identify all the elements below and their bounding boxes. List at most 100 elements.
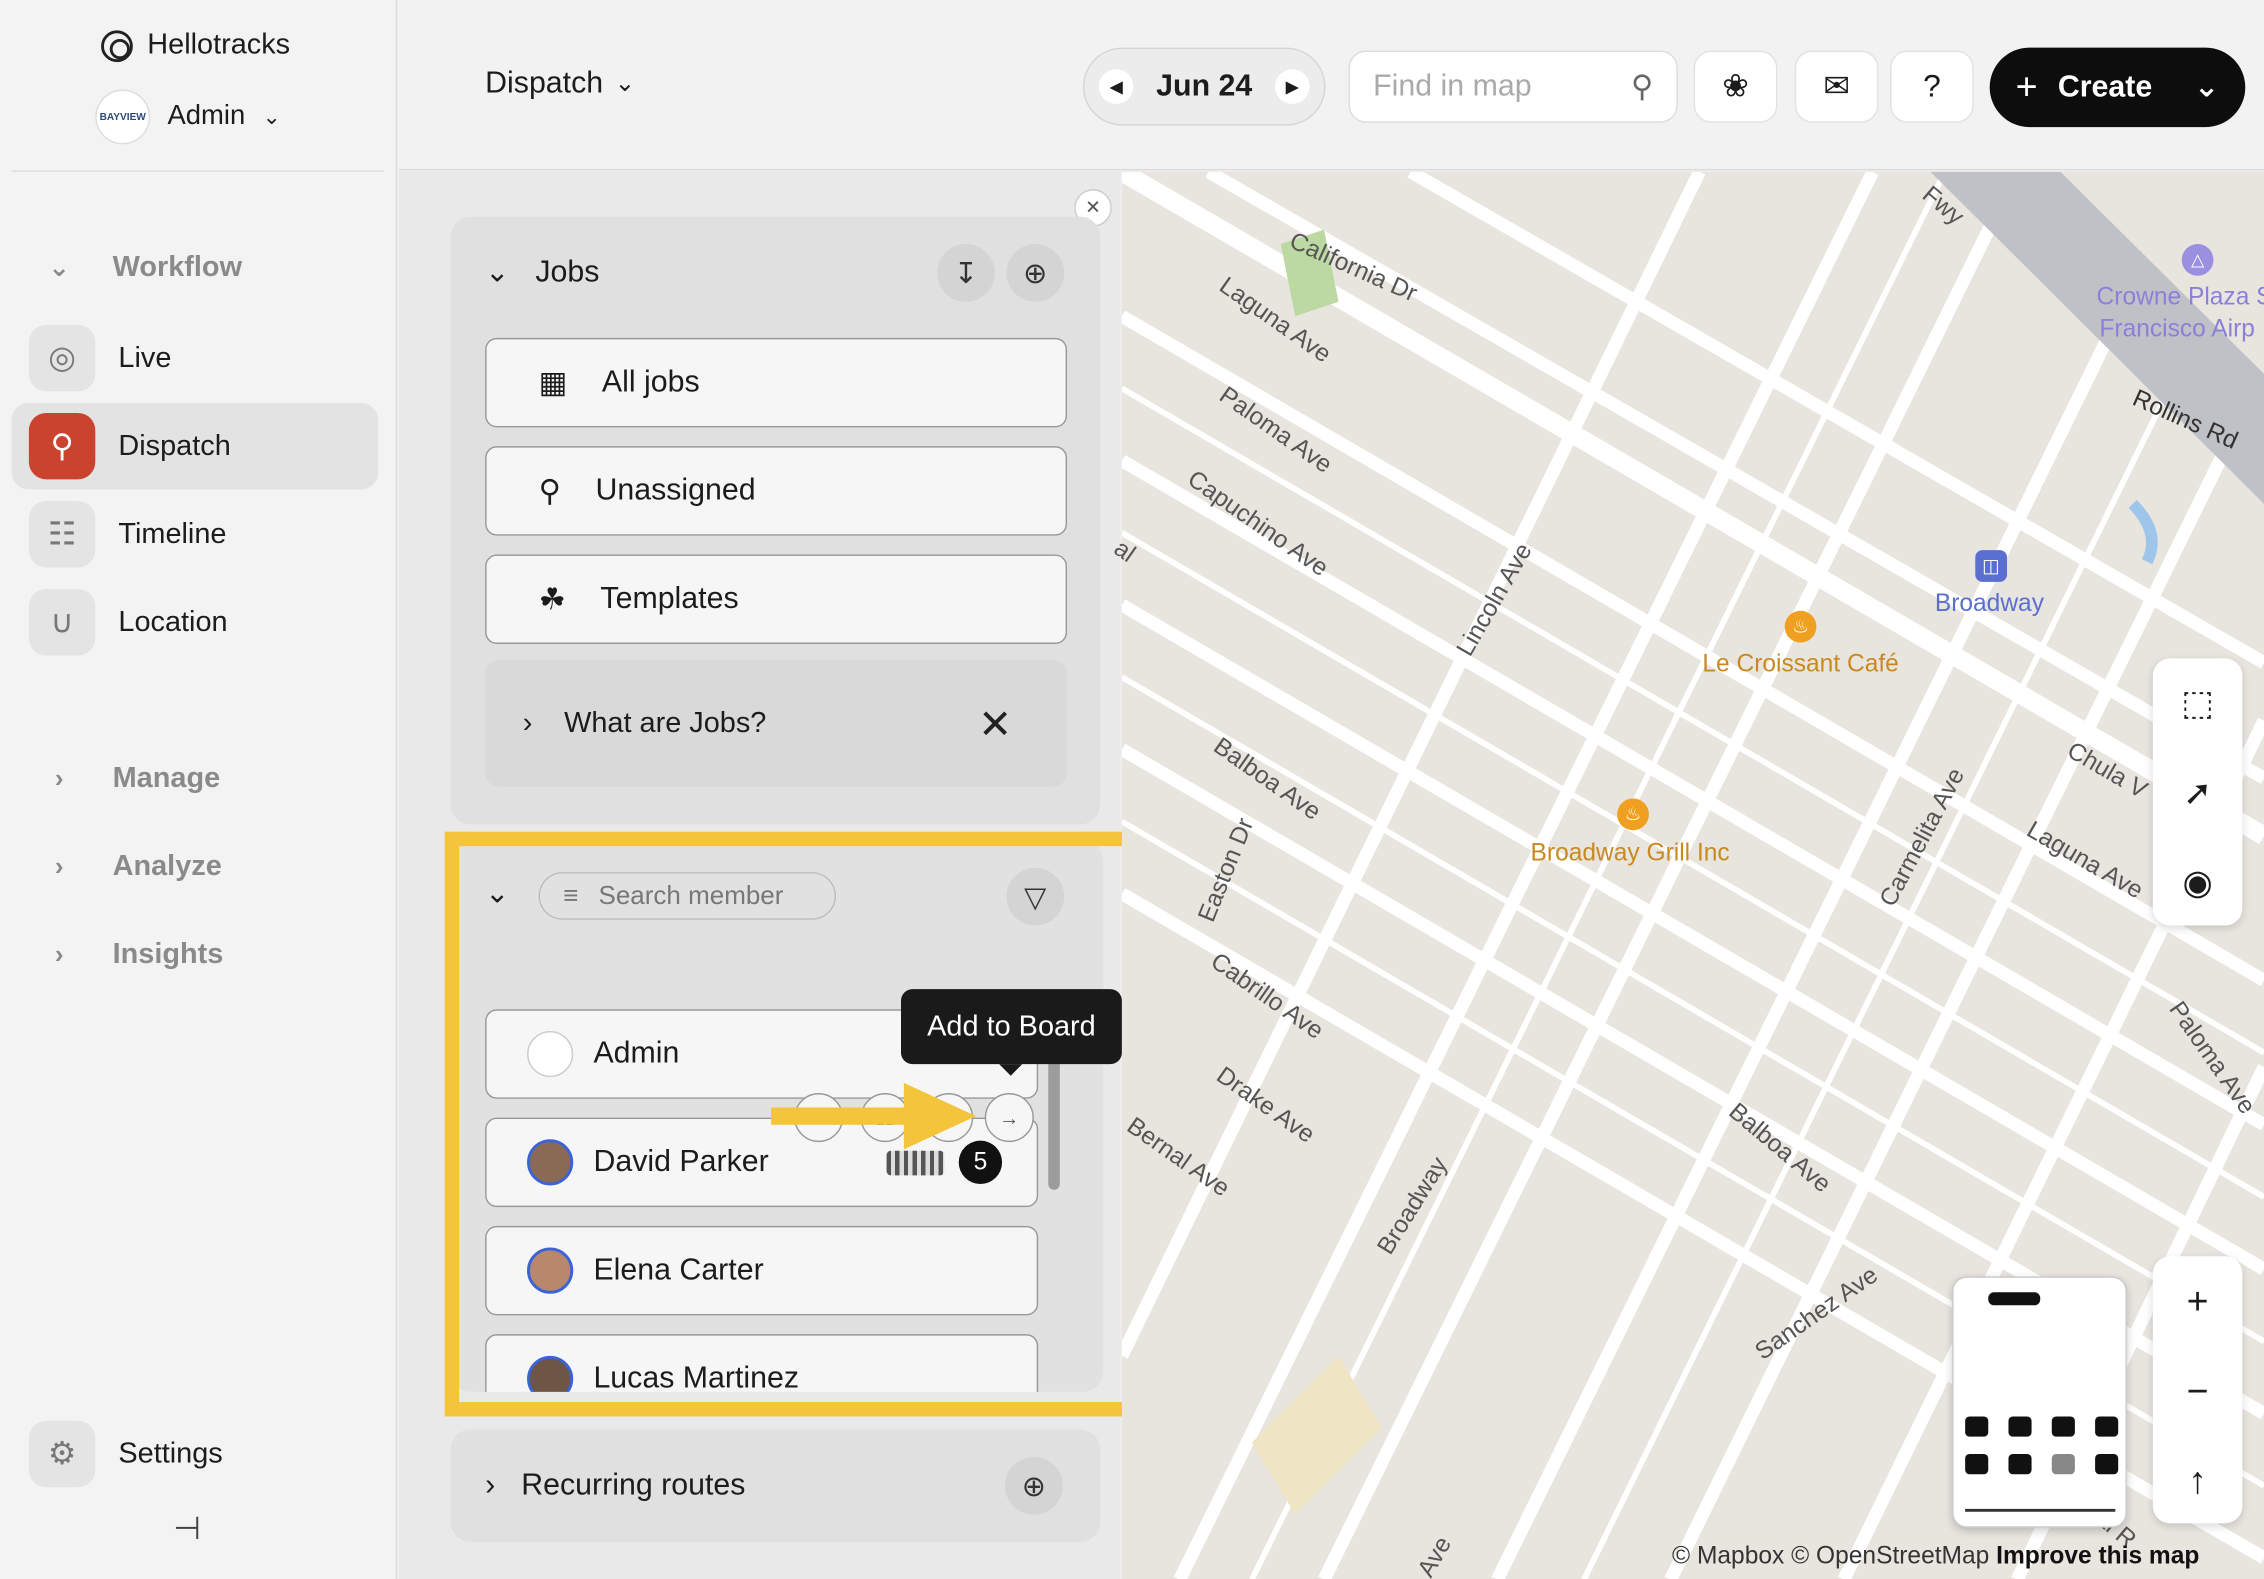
annotation-arrow-head <box>903 1082 977 1150</box>
jobs-header[interactable]: ⌄ Jobs <box>485 254 599 290</box>
transit-label[interactable]: Broadway <box>1935 589 2044 618</box>
chevron-down-icon: ⌄ <box>485 257 510 289</box>
import-icon: ↧ <box>953 257 979 290</box>
tooltip: Add to Board <box>900 989 1122 1076</box>
date-navigator: ◀ Jun 24 ▶ <box>1082 47 1326 126</box>
layer-traffic-icon <box>2008 1416 2032 1437</box>
account-switcher[interactable]: BAYVIEW Admin ⌄ <box>95 89 281 145</box>
layer-places-icon <box>1965 1416 1989 1437</box>
recurring-routes-card[interactable]: › Recurring routes ⊕ <box>450 1429 1101 1543</box>
chevron-down-icon: ⌄ <box>262 105 281 130</box>
osm-credit[interactable]: © OpenStreetMap <box>1791 1542 1989 1569</box>
layer-trips-icon <box>2095 1454 2119 1475</box>
layer-routes-icon <box>1965 1454 1989 1475</box>
unassigned-button[interactable]: ⚲ Unassigned <box>485 446 1068 536</box>
poi-label[interactable]: Le Croissant Café <box>1702 650 1898 679</box>
all-jobs-button[interactable]: ▦ All jobs <box>485 337 1068 428</box>
zoom-controls: + − ↑ <box>2152 1256 2243 1525</box>
zoom-in-button[interactable]: + <box>2153 1256 2243 1346</box>
section-label: Workflow <box>112 251 243 284</box>
restaurant-icon[interactable]: ♨ <box>1617 798 1649 831</box>
templates-button[interactable]: ☘ Templates <box>485 554 1068 644</box>
lasso-select-button[interactable]: ⬚ <box>2153 658 2243 748</box>
sidebar-item-dispatch[interactable]: ⚲ Dispatch <box>11 402 379 490</box>
sidebar-item-location[interactable]: ∪ Location <box>12 579 379 666</box>
ai-assistant-button[interactable]: ❀ <box>1693 50 1778 123</box>
recurring-title: Recurring routes <box>521 1468 746 1502</box>
divider <box>11 170 385 172</box>
eye-icon: ◉ <box>2182 862 2213 902</box>
visibility-button[interactable]: ◉ <box>2153 837 2243 927</box>
jobs-title: Jobs <box>535 254 600 289</box>
layers-tab-default <box>1988 1292 2041 1306</box>
layer-jobs-icon <box>2095 1416 2119 1437</box>
map-attribution: © Mapbox © OpenStreetMap Improve this ma… <box>1672 1542 2199 1571</box>
prev-day-button[interactable]: ◀ <box>1098 69 1134 104</box>
button-label: Unassigned <box>595 473 756 507</box>
find-in-map-input[interactable]: Find in map ⚲ <box>1348 50 1678 123</box>
find-placeholder: Find in map <box>1373 69 1532 103</box>
pin-sidebar-icon[interactable]: ⊣ <box>173 1510 201 1548</box>
unassigned-pin-icon: ⚲ <box>538 474 561 508</box>
chevron-right-icon: › <box>54 763 64 793</box>
account-name: Admin <box>167 101 246 132</box>
train-station-icon[interactable]: ◫ <box>1975 550 2008 582</box>
poi-label[interactable]: Francisco Airp <box>2099 315 2255 344</box>
messages-button[interactable]: ✉ <box>1794 50 1879 123</box>
sidebar-item-label: Timeline <box>118 517 227 550</box>
button-label: Templates <box>600 581 739 616</box>
section-workflow[interactable]: ⌄ Workflow <box>43 251 242 284</box>
route-icon: ∪ <box>28 589 96 656</box>
create-button[interactable]: + Create ⌄ <box>1989 47 2246 128</box>
sidebar-item-settings[interactable]: ⚙ Settings <box>28 1420 223 1488</box>
plus-circle-icon: ⊕ <box>1021 1470 1046 1503</box>
mapbox-credit[interactable]: © Mapbox <box>1672 1542 1784 1569</box>
zoom-out-button[interactable]: − <box>2153 1346 2243 1436</box>
chevron-right-icon: › <box>54 939 64 969</box>
brand[interactable]: Hellotracks <box>101 29 290 62</box>
section-label: Manage <box>112 762 221 795</box>
add-place-button[interactable]: ➚ <box>2153 748 2243 838</box>
icon-size-slider <box>1965 1508 2116 1512</box>
import-jobs-button[interactable]: ↧ <box>937 244 995 302</box>
add-route-button[interactable]: ⊕ <box>1004 1456 1063 1515</box>
reset-north-button[interactable]: ↑ <box>2153 1435 2243 1525</box>
ai-icon: ❀ <box>1722 67 1749 104</box>
org-avatar: BAYVIEW <box>95 89 151 145</box>
section-label: Insights <box>112 938 224 971</box>
gear-icon: ⚙ <box>28 1420 96 1488</box>
hellotracks-logo-icon <box>101 29 133 62</box>
section-manage[interactable]: › Manage <box>43 762 220 795</box>
chevron-down-icon: ⌄ <box>48 252 71 282</box>
close-icon[interactable]: ✕ <box>978 700 1012 748</box>
section-analyze[interactable]: › Analyze <box>43 850 222 883</box>
view-selector[interactable]: Dispatch ⌄ <box>485 66 635 101</box>
poi-label[interactable]: Crowne Plaza S <box>2097 283 2264 312</box>
current-date[interactable]: Jun 24 <box>1156 69 1252 104</box>
next-day-button[interactable]: ▶ <box>1274 69 1310 104</box>
sidebar: Hellotracks BAYVIEW Admin ⌄ ⌄ Workflow ◎… <box>0 0 398 1579</box>
sidebar-item-label: Dispatch <box>118 429 231 462</box>
map-layers-thumbnail[interactable] <box>1952 1276 2127 1528</box>
improve-map-link[interactable]: Improve this map <box>1996 1542 2199 1569</box>
table-icon: ▦ <box>538 366 568 400</box>
sidebar-item-timeline[interactable]: ☷ Timeline <box>12 491 379 578</box>
layer-zones-icon <box>2051 1416 2075 1437</box>
hotel-icon[interactable]: △ <box>2181 244 2214 276</box>
what-are-jobs-item[interactable]: › What are Jobs? ✕ <box>485 659 1068 787</box>
help-label: ? <box>1923 67 1941 104</box>
chevron-down-icon: ⌄ <box>614 69 636 97</box>
chevron-down-icon: ⌄ <box>2193 70 2220 104</box>
add-job-button[interactable]: ⊕ <box>1006 244 1065 302</box>
help-button[interactable]: ? <box>1890 50 1974 123</box>
restaurant-icon[interactable]: ♨ <box>1784 610 1817 643</box>
layer-members-icon <box>2051 1454 2075 1475</box>
select-area-icon: ⬚ <box>2181 683 2214 723</box>
dispatch-icon: ⚲ <box>28 412 96 480</box>
compass-arrow-icon: ↑ <box>2188 1457 2208 1501</box>
sidebar-item-live[interactable]: ◎ Live <box>12 315 379 402</box>
search-icon: ⚲ <box>1631 70 1654 104</box>
create-label: Create <box>2057 70 2153 104</box>
poi-label[interactable]: Broadway Grill Inc <box>1531 839 1730 868</box>
section-insights[interactable]: › Insights <box>43 939 223 972</box>
